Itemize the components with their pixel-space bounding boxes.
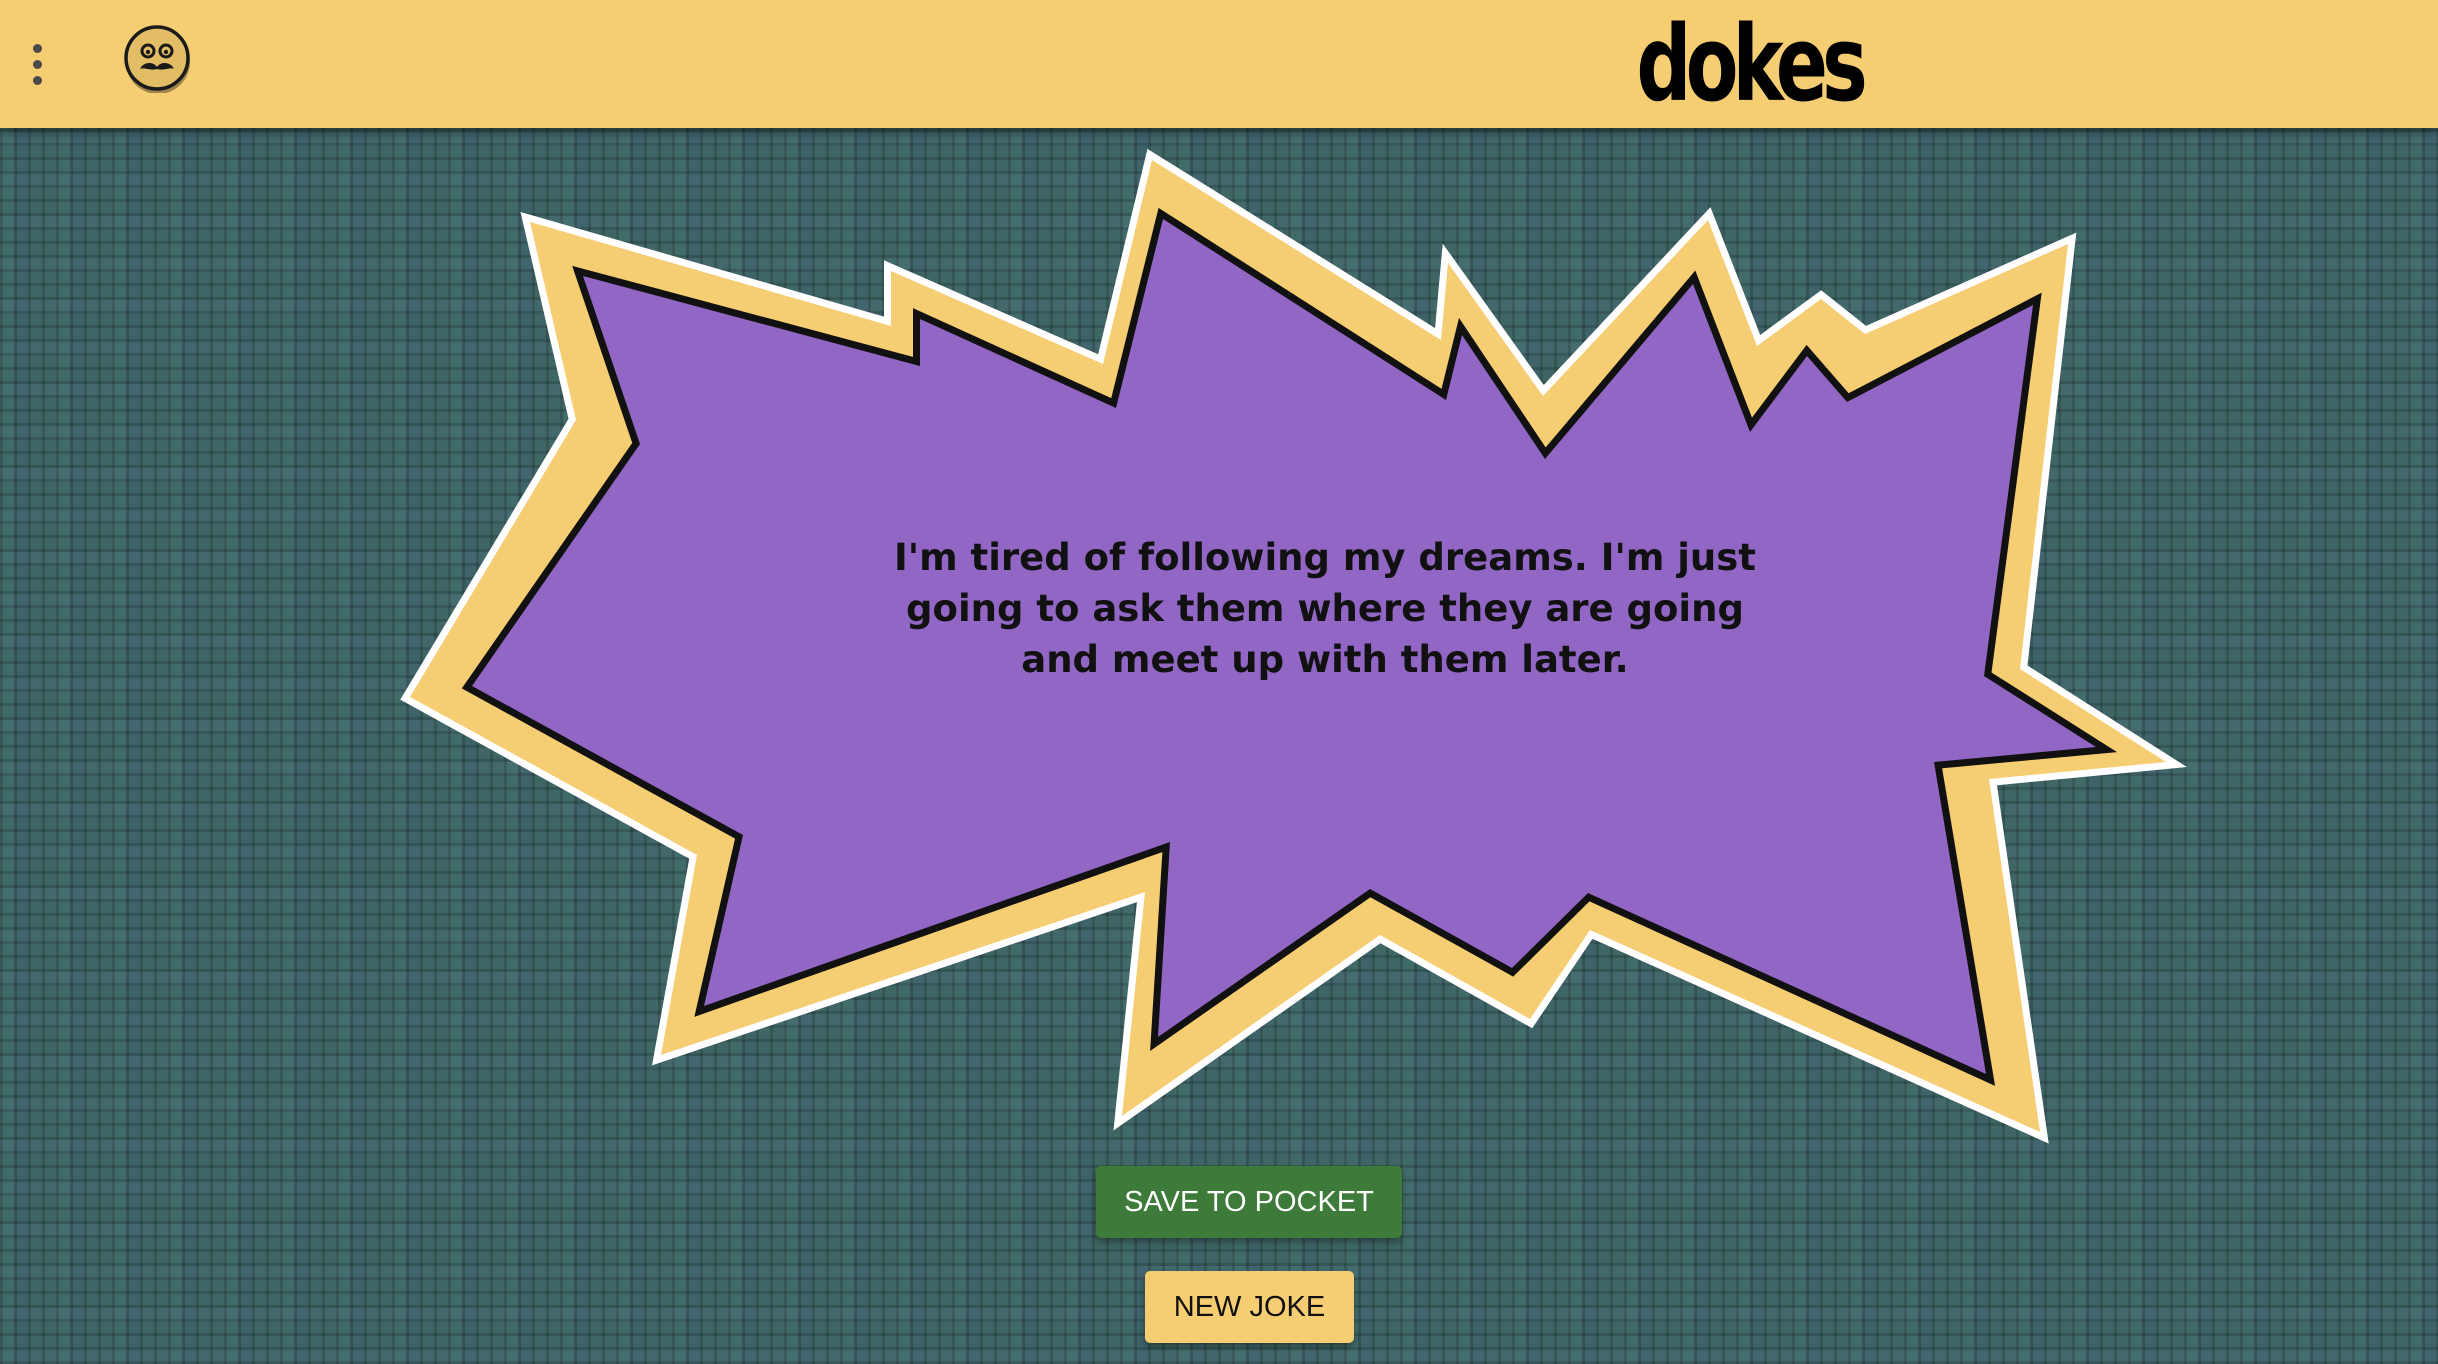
save-to-pocket-button[interactable]: SAVE TO POCKET — [1096, 1166, 1402, 1238]
menu-dot — [32, 75, 42, 85]
mustache-face-icon[interactable] — [123, 25, 191, 93]
menu-dot — [32, 43, 42, 53]
top-bar: dokes — [0, 0, 2438, 128]
menu-dot — [32, 59, 42, 69]
joke-text: I'm tired of following my dreams. I'm ju… — [893, 536, 1756, 681]
new-joke-button[interactable]: NEW JOKE — [1145, 1271, 1354, 1343]
more-menu-icon[interactable] — [20, 36, 54, 92]
brand-title: dokes — [1636, 3, 1867, 125]
